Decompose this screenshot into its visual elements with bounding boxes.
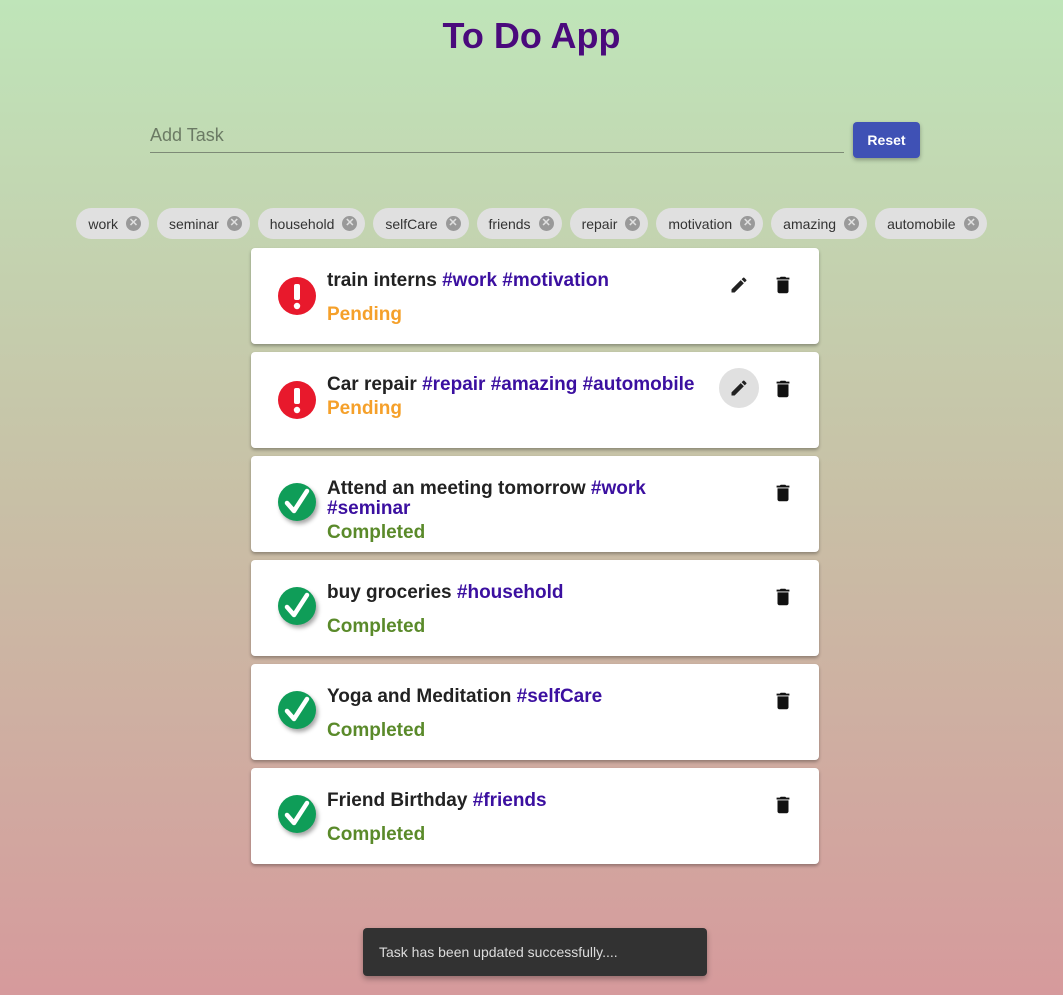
remove-chip-icon[interactable]: ✕: [625, 216, 641, 231]
app-title: To Do App: [442, 15, 621, 56]
trash-icon: [772, 482, 794, 504]
tag-chip-selfCare[interactable]: selfCare ✕: [373, 208, 469, 239]
task-tag: #friends: [472, 790, 547, 811]
tag-chip-label: repair: [581, 215, 618, 232]
trash-icon: [772, 586, 794, 608]
remove-chip-icon[interactable]: ✕: [844, 216, 860, 231]
remove-chip-icon[interactable]: ✕: [226, 216, 242, 231]
trash-icon: [772, 794, 794, 816]
task-card: Car repair #repair #amazing #automobile P…: [251, 352, 819, 448]
task-card: train interns #work #motivation Pending: [251, 248, 819, 344]
tag-chip-friends[interactable]: friends ✕: [476, 208, 562, 239]
delete-button[interactable]: [765, 369, 801, 409]
add-task-row: Reset: [150, 118, 920, 158]
task-text: train interns: [327, 270, 437, 291]
tag-chip-motivation[interactable]: motivation ✕: [656, 208, 764, 239]
trash-icon: [772, 274, 794, 296]
tag-chip-list: work ✕ seminar ✕ household ✕ selfCare ✕ friends ✕…: [0, 208, 1063, 239]
task-body: Yoga and Meditation #selfCare Completed: [327, 687, 707, 741]
task-text: Car repair: [327, 374, 417, 395]
task-tag: #work: [442, 270, 498, 291]
task-status: Pending: [327, 304, 402, 325]
task-text: Yoga and Meditation: [327, 686, 512, 707]
task-card: Friend Birthday #friends Completed: [251, 768, 819, 864]
task-status: Completed: [327, 824, 426, 845]
task-body: Attend an meeting tomorrow #work #semina…: [327, 479, 707, 543]
task-tag: #work: [590, 478, 646, 499]
delete-button[interactable]: [765, 577, 801, 617]
trash-icon: [772, 690, 794, 712]
tag-chip-label: household: [269, 215, 335, 232]
tag-chip-amazing[interactable]: amazing ✕: [771, 208, 868, 239]
task-title: Friend Birthday #friends: [327, 791, 707, 811]
tag-chip-label: amazing: [783, 215, 837, 232]
tag-chip-work[interactable]: work ✕: [76, 208, 149, 239]
remove-chip-icon[interactable]: ✕: [125, 216, 141, 231]
task-body: Friend Birthday #friends Completed: [327, 791, 707, 845]
task-body: Car repair #repair #amazing #automobile P…: [327, 375, 707, 419]
edit-button[interactable]: [719, 368, 759, 408]
task-tag: #household: [456, 582, 564, 603]
task-card: buy groceries #household Completed: [251, 560, 819, 656]
remove-chip-icon[interactable]: ✕: [342, 216, 358, 231]
task-tag: #seminar: [327, 498, 411, 519]
task-text: buy groceries: [327, 582, 452, 603]
task-title: buy groceries #household: [327, 583, 707, 603]
delete-button[interactable]: [765, 785, 801, 825]
snackbar-message: Task has been updated successfully....: [379, 944, 618, 960]
task-status: Completed: [327, 616, 426, 637]
task-status: Completed: [327, 720, 426, 741]
task-card: Attend an meeting tomorrow #work #semina…: [251, 456, 819, 552]
task-card: Yoga and Meditation #selfCare Completed: [251, 664, 819, 760]
task-title: Car repair #repair #amazing #automobile: [327, 375, 707, 395]
remove-chip-icon[interactable]: ✕: [963, 216, 979, 231]
delete-button[interactable]: [765, 473, 801, 513]
add-task-input[interactable]: [150, 118, 844, 153]
task-tag: #selfCare: [516, 686, 603, 707]
task-title: Attend an meeting tomorrow #work #semina…: [327, 479, 707, 519]
task-tag: #amazing: [490, 374, 578, 395]
completed-check-icon: [278, 795, 316, 833]
tag-chip-label: work: [88, 215, 118, 232]
pencil-icon: [729, 378, 749, 398]
tag-chip-repair[interactable]: repair ✕: [569, 208, 649, 239]
completed-check-icon: [278, 691, 316, 729]
task-body: train interns #work #motivation Pending: [327, 271, 707, 325]
tag-chip-seminar[interactable]: seminar ✕: [156, 208, 250, 239]
delete-button[interactable]: [765, 265, 801, 305]
tag-chip-household[interactable]: household ✕: [257, 208, 366, 239]
task-tag: #automobile: [582, 374, 695, 395]
task-status: Completed: [327, 522, 426, 543]
delete-button[interactable]: [765, 681, 801, 721]
pending-exclamation-icon: [278, 277, 316, 315]
remove-chip-icon[interactable]: ✕: [740, 216, 756, 231]
completed-check-icon: [278, 483, 316, 521]
completed-check-icon: [278, 587, 316, 625]
task-title: Yoga and Meditation #selfCare: [327, 687, 707, 707]
pencil-icon: [729, 275, 749, 295]
task-list: train interns #work #motivation Pending Ca…: [251, 248, 819, 872]
reset-button[interactable]: Reset: [853, 122, 920, 158]
snackbar: Task has been updated successfully....: [363, 928, 707, 976]
task-body: buy groceries #household Completed: [327, 583, 707, 637]
task-text: Friend Birthday: [327, 790, 468, 811]
task-tag: #motivation: [502, 270, 609, 291]
tag-chip-label: friends: [488, 215, 531, 232]
tag-chip-label: seminar: [168, 215, 219, 232]
trash-icon: [772, 378, 794, 400]
task-text: Attend an meeting tomorrow: [327, 478, 586, 499]
remove-chip-icon[interactable]: ✕: [538, 216, 554, 231]
task-status: Pending: [327, 398, 402, 419]
task-tag: #repair: [422, 374, 486, 395]
pending-exclamation-icon: [278, 381, 316, 419]
tag-chip-label: selfCare: [385, 215, 438, 232]
tag-chip-label: motivation: [668, 215, 733, 232]
task-title: train interns #work #motivation: [327, 271, 707, 291]
edit-button[interactable]: [719, 265, 759, 305]
remove-chip-icon[interactable]: ✕: [445, 216, 461, 231]
tag-chip-automobile[interactable]: automobile ✕: [875, 208, 987, 239]
tag-chip-label: automobile: [887, 215, 956, 232]
